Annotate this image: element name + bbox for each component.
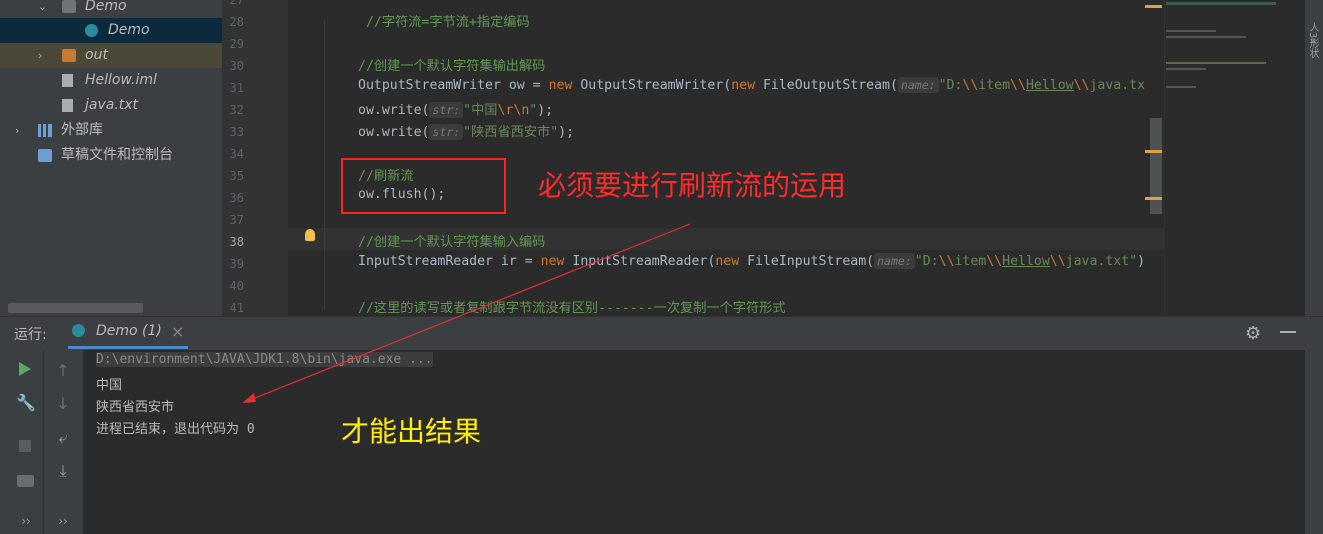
annotation-arrow — [242, 223, 691, 403]
